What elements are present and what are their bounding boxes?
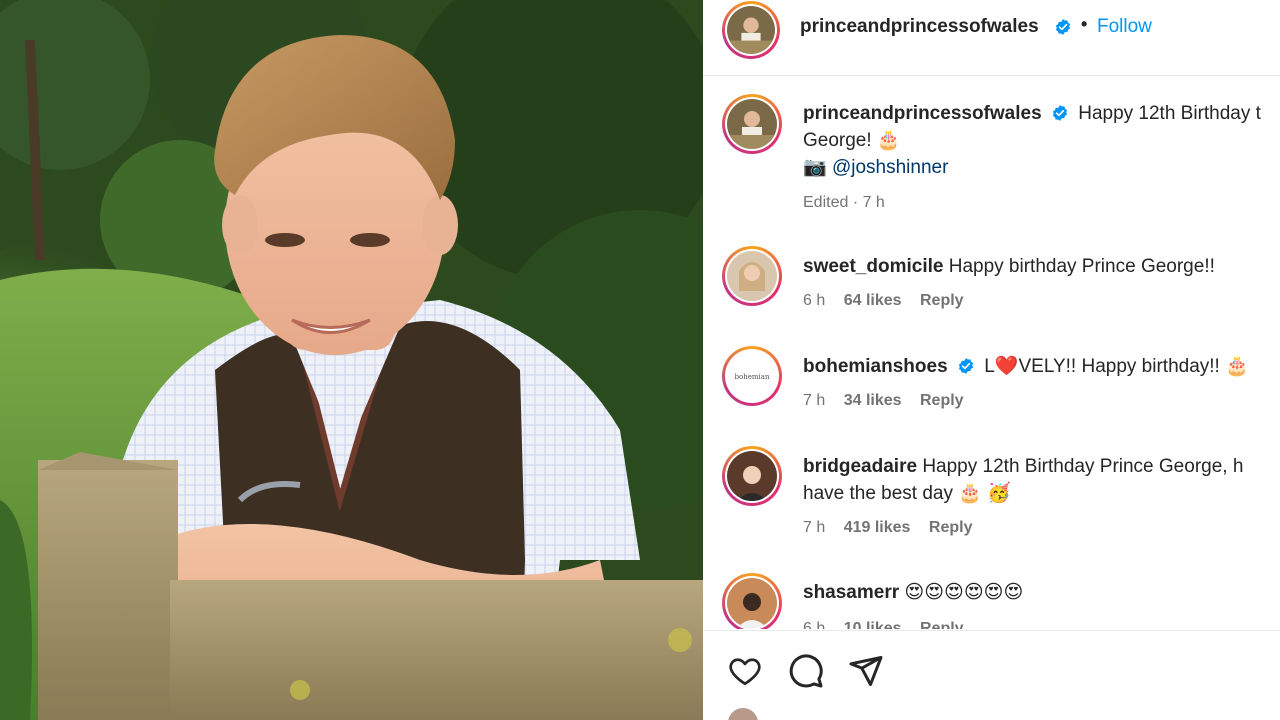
comment-time: 7 h [803,519,826,536]
comment-likes[interactable]: 419 likes [844,519,911,536]
comment-text: shasamerr 😍😍😍😍😍😍 [803,579,1023,606]
heart-emoji-icon: ❤️ [994,356,1019,377]
photo-credit: 📷 @joshshinner [803,154,948,181]
verified-badge-icon [1055,19,1071,35]
comment-username[interactable]: bohemianshoes [803,356,948,377]
reply-button[interactable]: Reply [920,620,964,629]
comment-text: sweet_domicile Happy birthday Prince Geo… [803,253,1215,280]
caption-text: princeandprincessofwales Happy 12th Birt… [803,100,1261,127]
caption-username[interactable]: princeandprincessofwales [803,103,1042,124]
comment-avatar[interactable]: bohemian [722,346,782,406]
comment-username[interactable]: bridgeadaire [803,456,917,477]
verified-badge-icon [1052,105,1067,121]
header-separator: • [1081,14,1088,34]
speech-bubble-icon[interactable] [788,653,824,689]
svg-text:bohemian: bohemian [735,373,770,381]
post-photo [0,0,703,720]
paper-plane-icon[interactable] [848,653,884,689]
comments-list[interactable]: princeandprincessofwales Happy 12th Birt… [703,77,1280,629]
comment-body: Happy 12th Birthday Prince George, h [922,456,1244,477]
comment-time: 7 h [803,392,826,409]
comment-avatar[interactable] [722,573,782,629]
caption-avatar[interactable] [722,94,782,154]
reply-button[interactable]: Reply [920,392,964,409]
comment-avatar[interactable] [722,246,782,306]
comment-text: bridgeadaire Happy 12th Birthday Prince … [803,453,1243,480]
comment-username[interactable]: shasamerr [803,582,899,603]
comment-body: Happy birthday Prince George!! [948,256,1215,277]
post-actions-bar [703,630,1280,720]
comment-body-start: L [984,356,995,377]
comment-time: 6 h [803,292,826,309]
comment-meta: 6 h 64 likes Reply [803,292,978,310]
reply-button[interactable]: Reply [920,292,964,309]
verified-badge-icon [958,358,973,374]
author-username[interactable]: princeandprincessofwales [800,16,1039,38]
comment-avatar[interactable] [722,446,782,506]
post-details-panel: princeandprincessofwales • Follow prince… [703,0,1280,720]
caption-line-2: George! 🎂 [803,130,901,151]
follow-button[interactable]: Follow [1097,16,1152,38]
comment-likes[interactable]: 34 likes [844,392,902,409]
comment-body-line-2: have the best day 🎂 🥳 [803,483,1011,504]
comment-meta: 7 h 34 likes Reply [803,392,978,410]
portrait-photo [0,0,703,720]
comment-body-end: VELY!! Happy birthday!! 🎂 [1018,356,1249,377]
comment-meta: 6 h 10 likes Reply [803,620,978,629]
comment-text: bohemianshoes L❤️VELY!! Happy birthday!!… [803,353,1249,380]
reply-button[interactable]: Reply [929,519,973,536]
camera-icon: 📷 [803,157,827,178]
caption-line-1: Happy 12th Birthday t [1078,103,1261,124]
heart-outline-icon[interactable] [727,653,763,689]
caption-avatar-image [727,99,777,149]
caption-meta: Edited · 7 h [803,194,885,211]
author-avatar-image [727,6,775,54]
mention-link[interactable]: @joshshinner [832,157,948,178]
comment-username[interactable]: sweet_domicile [803,256,943,277]
author-avatar[interactable] [722,1,780,59]
comment-likes[interactable]: 64 likes [844,292,902,309]
comment-avatar-image [727,251,777,301]
post-header: princeandprincessofwales • Follow [703,0,1280,76]
comment-time: 6 h [803,620,826,629]
comment-avatar-image [727,578,777,628]
comment-meta: 7 h 419 likes Reply [803,519,986,537]
comment-body: 😍😍😍😍😍😍 [904,582,1024,603]
comment-avatar-image [727,451,777,501]
comment-likes[interactable]: 10 likes [844,620,902,629]
comment-avatar-image: bohemian [727,351,777,401]
